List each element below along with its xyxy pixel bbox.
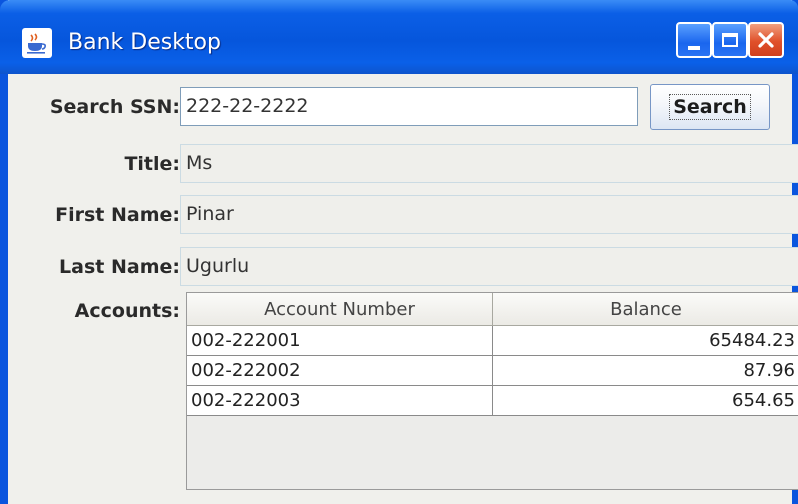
minimize-icon [688,46,700,50]
last-name-label: Last Name: [59,256,180,278]
balance-cell[interactable]: 87.96 [493,356,798,386]
search-ssn-input[interactable]: 222-22-2222 [180,87,638,126]
account-number-cell[interactable]: 002-222003 [187,386,493,416]
close-button[interactable] [748,22,784,58]
close-icon [758,32,774,48]
last-name-field[interactable]: Ugurlu [180,247,798,286]
table-row[interactable]: 002-222001 65484.23 [187,326,798,356]
column-header-balance[interactable]: Balance [493,293,798,326]
title-label: Title: [124,153,180,175]
java-coffee-cup-icon [22,28,52,58]
title-bar[interactable]: Bank Desktop [0,0,798,74]
app-window: Bank Desktop Search SSN: 222-22-2222 Sea… [0,0,798,504]
accounts-table[interactable]: Account Number Balance 002-222001 65484.… [186,292,798,490]
search-button-label: Search [669,94,751,120]
maximize-icon [722,33,738,47]
balance-cell[interactable]: 65484.23 [493,326,798,356]
first-name-label: First Name: [55,204,180,226]
table-row[interactable]: 002-222002 87.96 [187,356,798,386]
accounts-label: Accounts: [74,300,180,322]
balance-cell[interactable]: 654.65 [493,386,798,416]
table-header: Account Number Balance [187,293,798,326]
minimize-button[interactable] [676,22,712,58]
account-number-cell[interactable]: 002-222002 [187,356,493,386]
table-row[interactable]: 002-222003 654.65 [187,386,798,416]
maximize-button[interactable] [712,22,748,58]
first-name-field[interactable]: Pinar [180,195,798,234]
column-header-account-number[interactable]: Account Number [187,293,493,326]
table-body: 002-222001 65484.23 002-222002 87.96 002… [187,326,798,416]
account-number-cell[interactable]: 002-222001 [187,326,493,356]
title-field[interactable]: Ms [180,144,798,183]
search-button[interactable]: Search [650,84,770,130]
search-ssn-label: Search SSN: [49,96,180,118]
window-title: Bank Desktop [68,30,221,55]
